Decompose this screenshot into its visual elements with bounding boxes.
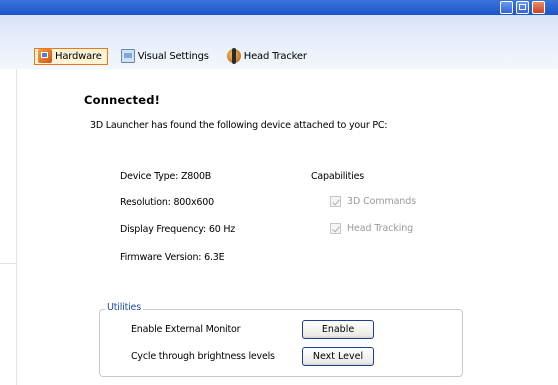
external-monitor-label: Enable External Monitor bbox=[131, 324, 241, 335]
tab-head-tracker-label: Head Tracker bbox=[243, 50, 307, 62]
capabilities-title: Capabilities bbox=[311, 171, 365, 182]
tab-visual-settings-label: Visual Settings bbox=[137, 50, 209, 62]
utilities-group bbox=[99, 309, 463, 377]
checkbox-head-tracking bbox=[330, 223, 341, 234]
title-bar bbox=[0, 0, 558, 15]
connection-heading: Connected! bbox=[84, 93, 161, 107]
visual-settings-icon bbox=[120, 49, 135, 63]
minimize-icon[interactable] bbox=[500, 1, 513, 14]
next-level-button[interactable]: Next Level bbox=[302, 347, 374, 366]
maximize-icon[interactable] bbox=[516, 1, 529, 14]
tab-hardware[interactable]: Hardware bbox=[34, 47, 108, 65]
enable-external-monitor-button[interactable]: Enable bbox=[302, 320, 374, 339]
close-icon[interactable] bbox=[532, 1, 545, 14]
capability-head-tracking: Head Tracking bbox=[330, 223, 413, 234]
app-window: Hardware Visual Settings Head Tracker Co… bbox=[0, 0, 558, 385]
checkbox-3d-commands bbox=[330, 196, 341, 207]
capability-3d-commands-label: 3D Commands bbox=[347, 196, 417, 207]
brightness-label: Cycle through brightness levels bbox=[131, 351, 275, 362]
device-resolution: Resolution: 800x600 bbox=[120, 197, 214, 208]
left-divider bbox=[16, 69, 17, 385]
device-frequency: Display Frequency: 60 Hz bbox=[120, 224, 236, 235]
tab-visual-settings[interactable]: Visual Settings bbox=[118, 48, 214, 64]
connection-message: 3D Launcher has found the following devi… bbox=[90, 120, 388, 131]
capability-3d-commands: 3D Commands bbox=[330, 196, 416, 207]
head-tracker-icon bbox=[226, 48, 241, 64]
device-type: Device Type: Z800B bbox=[120, 171, 212, 182]
capability-head-tracking-label: Head Tracking bbox=[347, 223, 414, 234]
device-firmware: Firmware Version: 6.3E bbox=[120, 252, 225, 263]
hardware-icon bbox=[38, 49, 52, 63]
left-divider-tick bbox=[0, 263, 16, 264]
tab-strip: Hardware Visual Settings Head Tracker bbox=[34, 46, 322, 66]
tab-head-tracker[interactable]: Head Tracker bbox=[224, 48, 312, 64]
tab-hardware-label: Hardware bbox=[55, 50, 102, 62]
utilities-legend: Utilities bbox=[105, 302, 143, 313]
